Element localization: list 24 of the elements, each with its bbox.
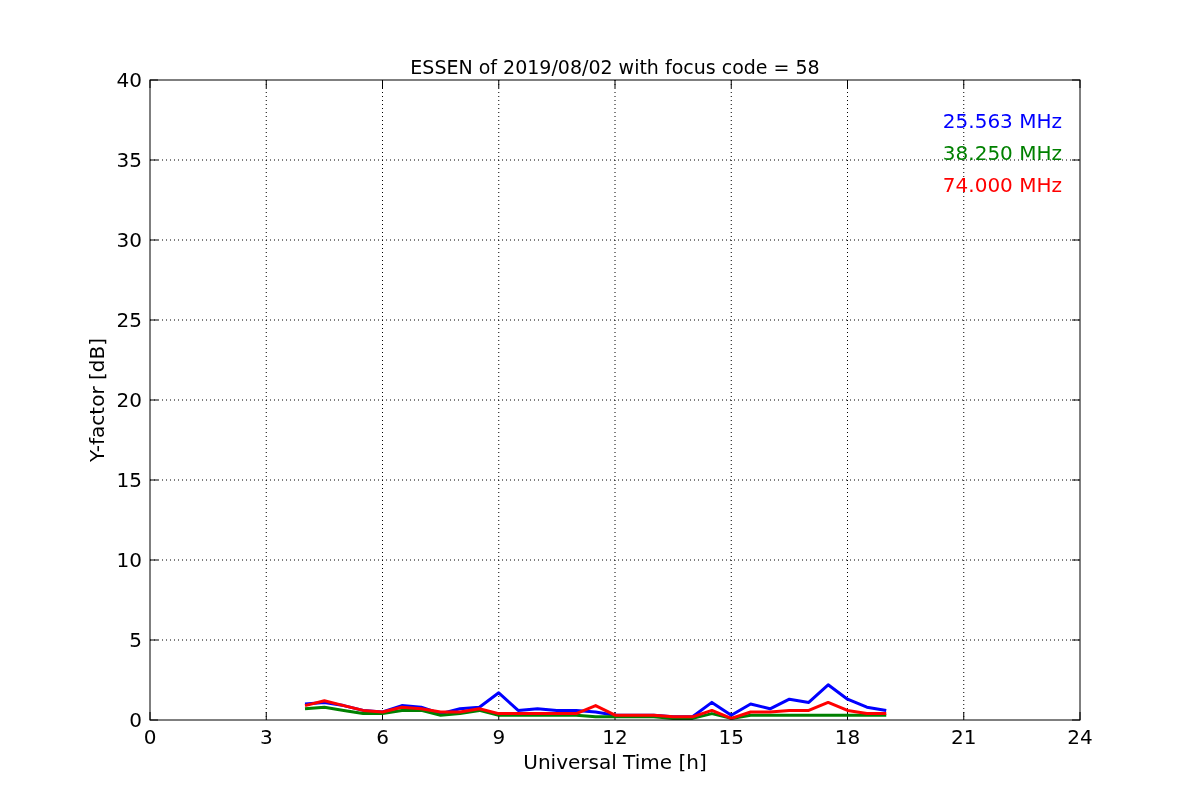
y-tick-label: 40	[116, 68, 142, 92]
y-tick-label: 35	[116, 148, 142, 172]
x-axis-label: Universal Time [h]	[523, 750, 707, 774]
x-tick-label: 24	[1067, 725, 1093, 749]
legend-label: 74.000 MHz	[942, 173, 1062, 197]
x-tick-label: 9	[492, 725, 506, 749]
x-tick-label: 0	[143, 725, 157, 749]
x-tick-label: 3	[259, 725, 273, 749]
y-tick-label: 15	[116, 468, 142, 492]
y-tick-label: 20	[116, 388, 142, 412]
y-tick-label: 30	[116, 228, 142, 252]
x-tick-label: 6	[376, 725, 389, 749]
x-tick-label: 12	[602, 725, 628, 749]
x-tick-label: 15	[718, 725, 744, 749]
x-tick-label: 21	[951, 725, 977, 749]
y-axis-label: Y-factor [dB]	[85, 338, 109, 462]
legend-label: 25.563 MHz	[942, 109, 1062, 133]
y-tick-label: 5	[129, 628, 142, 652]
legend-label: 38.250 MHz	[942, 141, 1062, 165]
y-tick-label: 25	[116, 308, 142, 332]
y-tick-label: 0	[129, 708, 142, 732]
x-tick-label: 18	[834, 725, 861, 749]
y-tick-label: 10	[116, 548, 142, 572]
chart-title: ESSEN of 2019/08/02 with focus code = 58	[410, 56, 820, 78]
